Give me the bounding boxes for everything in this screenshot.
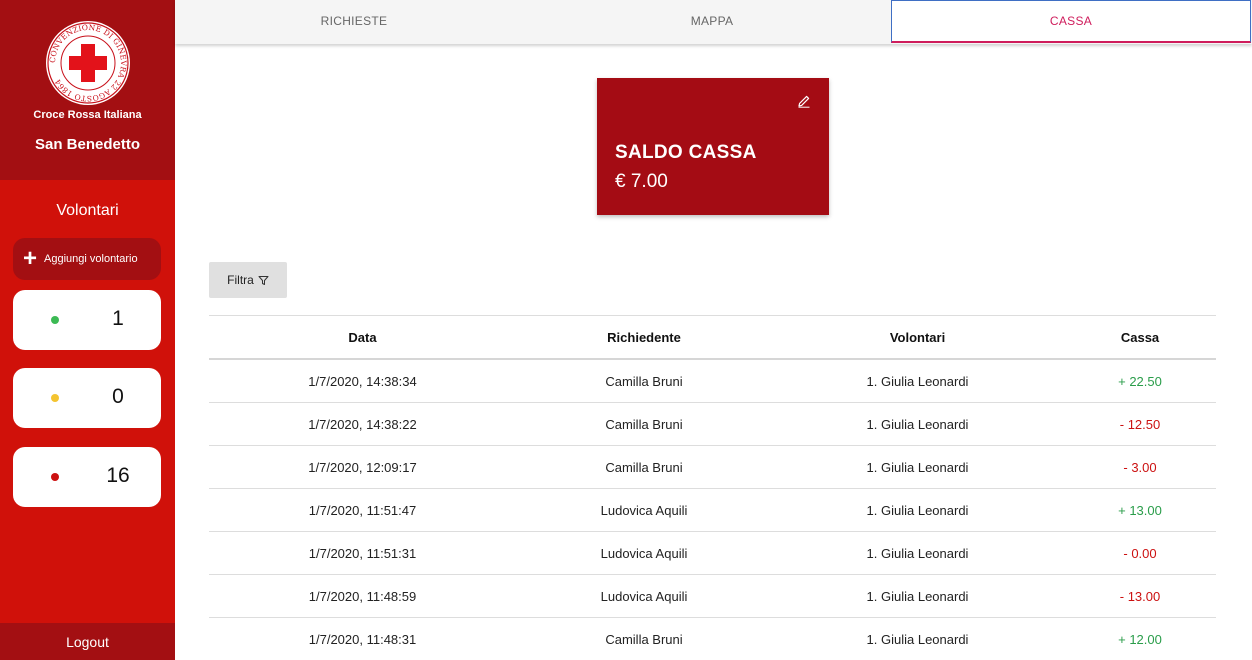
row-requester: Camilla Bruni	[605, 416, 683, 432]
row-amount: + 22.50	[1118, 373, 1162, 389]
row-date: 1/7/2020, 11:48:59	[308, 588, 417, 604]
filter-label: Filtra	[227, 273, 254, 287]
plus-icon: +	[23, 245, 38, 272]
row-amount: + 13.00	[1118, 502, 1162, 518]
header-volontari[interactable]: Volontari	[769, 316, 1066, 358]
row-requester: Ludovica Aquili	[600, 545, 688, 561]
red-status-dot-icon	[51, 473, 59, 481]
row-volunteers: 1. Giulia Leonardi	[866, 502, 969, 518]
row-amount: - 3.00	[1123, 459, 1157, 475]
row-requester: Camilla Bruni	[605, 459, 683, 475]
branch-name: San Benedetto	[34, 136, 140, 153]
busy-count: 0	[112, 385, 124, 408]
table-row[interactable]: 1/7/2020, 14:38:22 Camilla Bruni 1. Giul…	[209, 403, 1216, 446]
row-date: 1/7/2020, 11:51:47	[308, 502, 417, 518]
row-date: 1/7/2020, 11:51:31	[308, 545, 417, 561]
add-volunteer-button[interactable]: + Aggiungi volontario	[13, 238, 161, 280]
table-row[interactable]: 1/7/2020, 14:38:34 Camilla Bruni 1. Giul…	[209, 360, 1216, 403]
edit-pencil-icon[interactable]	[797, 94, 811, 108]
sidebar-header: CONVENZIONE DI GINEVRA 22 AGOSTO 1864 Cr…	[0, 0, 175, 180]
green-status-dot-icon	[51, 316, 59, 324]
table-row[interactable]: 1/7/2020, 11:48:31 Camilla Bruni 1. Giul…	[209, 618, 1216, 660]
row-date: 1/7/2020, 12:09:17	[308, 459, 417, 475]
tab-cassa[interactable]: CASSA	[891, 0, 1251, 43]
stat-card-busy[interactable]: 0	[13, 368, 161, 428]
table-row[interactable]: 1/7/2020, 11:48:59 Ludovica Aquili 1. Gi…	[209, 575, 1216, 618]
app-root: CONVENZIONE DI GINEVRA 22 AGOSTO 1864 Cr…	[0, 0, 1252, 660]
row-volunteers: 1. Giulia Leonardi	[866, 545, 969, 561]
add-volunteer-label: Aggiungi volontario	[44, 253, 138, 265]
available-count: 1	[112, 307, 124, 330]
row-volunteers: 1. Giulia Leonardi	[866, 459, 969, 475]
table-row[interactable]: 1/7/2020, 11:51:47 Ludovica Aquili 1. Gi…	[209, 489, 1216, 532]
row-amount: - 13.00	[1119, 588, 1161, 604]
yellow-status-dot-icon	[51, 394, 59, 402]
table-header-row: Data Richiedente Volontari Cassa	[209, 316, 1216, 360]
row-requester: Ludovica Aquili	[600, 588, 688, 604]
table-row[interactable]: 1/7/2020, 11:51:31 Ludovica Aquili 1. Gi…	[209, 532, 1216, 575]
logout-button[interactable]: Logout	[0, 623, 175, 660]
row-volunteers: 1. Giulia Leonardi	[866, 373, 969, 389]
stat-card-available[interactable]: 1	[13, 290, 161, 350]
tab-mappa[interactable]: MAPPA	[533, 0, 891, 43]
row-volunteers: 1. Giulia Leonardi	[866, 416, 969, 432]
tab-richieste[interactable]: RICHIESTE	[175, 0, 533, 43]
row-requester: Camilla Bruni	[605, 373, 683, 389]
row-amount: - 12.50	[1119, 416, 1161, 432]
red-cross-logo: CONVENZIONE DI GINEVRA 22 AGOSTO 1864	[46, 21, 130, 105]
row-amount: - 0.00	[1123, 545, 1157, 561]
sidebar: CONVENZIONE DI GINEVRA 22 AGOSTO 1864 Cr…	[0, 0, 175, 660]
header-richiedente[interactable]: Richiedente	[499, 316, 789, 358]
row-date: 1/7/2020, 11:48:31	[308, 631, 417, 647]
tab-bar: RICHIESTE MAPPA CASSA	[175, 0, 1252, 44]
header-data[interactable]: Data	[209, 316, 516, 358]
stat-card-unavailable[interactable]: 16	[13, 447, 161, 507]
row-requester: Ludovica Aquili	[600, 502, 688, 518]
org-name: Croce Rossa Italiana	[33, 109, 142, 121]
transactions-table: Data Richiedente Volontari Cassa 1/7/202…	[209, 315, 1216, 660]
row-volunteers: 1. Giulia Leonardi	[866, 631, 969, 647]
header-cassa[interactable]: Cassa	[1059, 316, 1221, 358]
balance-amount: € 7.00	[615, 171, 668, 192]
volunteers-title: Volontari	[56, 202, 119, 219]
balance-card: SALDO CASSA € 7.00	[597, 78, 829, 215]
row-amount: + 12.00	[1118, 631, 1162, 647]
balance-title: SALDO CASSA	[615, 142, 757, 163]
filter-button[interactable]: Filtra	[209, 262, 287, 298]
row-date: 1/7/2020, 14:38:22	[308, 416, 417, 432]
unavailable-count: 16	[106, 464, 130, 487]
funnel-icon	[258, 275, 269, 285]
row-requester: Camilla Bruni	[605, 631, 683, 647]
row-volunteers: 1. Giulia Leonardi	[866, 588, 969, 604]
table-row[interactable]: 1/7/2020, 12:09:17 Camilla Bruni 1. Giul…	[209, 446, 1216, 489]
row-date: 1/7/2020, 14:38:34	[308, 373, 417, 389]
